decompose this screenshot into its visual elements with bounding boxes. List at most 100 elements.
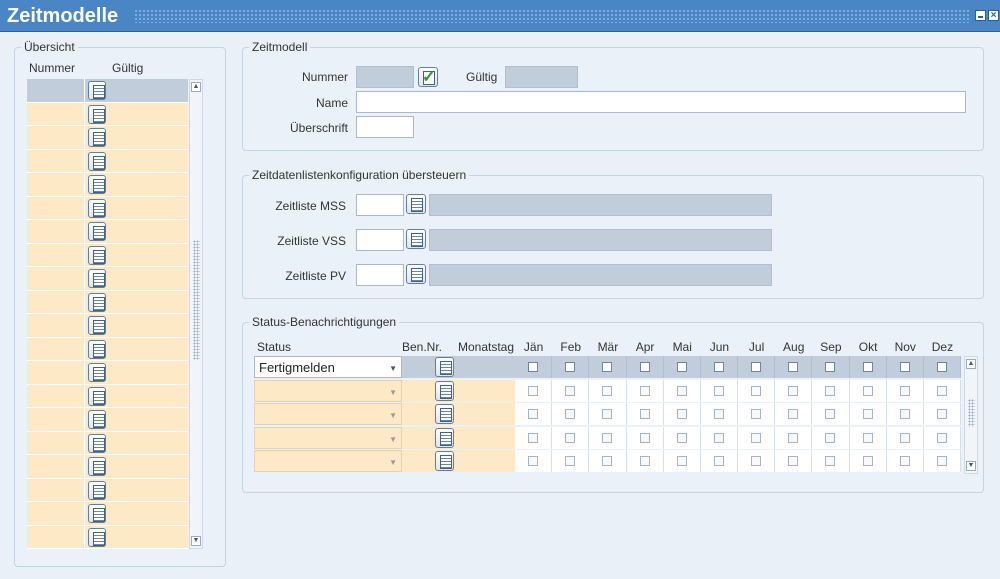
month-checkbox[interactable] xyxy=(602,456,613,466)
status-scrollbar[interactable]: ▲ ▼ xyxy=(964,356,978,474)
month-checkbox[interactable] xyxy=(751,362,762,372)
month-checkbox[interactable] xyxy=(528,362,539,372)
calendar-icon[interactable] xyxy=(88,339,106,359)
overview-row[interactable] xyxy=(27,478,188,502)
overview-cell-gueltig[interactable] xyxy=(110,196,188,219)
calendar-icon[interactable] xyxy=(435,380,454,401)
month-checkbox[interactable] xyxy=(825,456,836,466)
overview-cell-nummer[interactable] xyxy=(27,337,85,360)
overview-cell-gueltig[interactable] xyxy=(110,384,188,407)
chevron-down-icon[interactable]: ▼ xyxy=(389,411,397,420)
ben-nr-field[interactable] xyxy=(402,403,432,425)
month-checkbox[interactable] xyxy=(751,432,762,443)
month-checkbox[interactable] xyxy=(788,456,799,466)
overview-cell-nummer[interactable] xyxy=(27,361,85,384)
overview-row[interactable] xyxy=(27,149,188,173)
month-checkbox[interactable] xyxy=(602,362,613,372)
calendar-icon[interactable] xyxy=(88,269,106,288)
month-checkbox[interactable] xyxy=(862,432,873,443)
month-checkbox[interactable] xyxy=(751,456,762,466)
zeitliste-pv-field[interactable] xyxy=(356,264,404,286)
calendar-icon[interactable] xyxy=(88,198,106,218)
overview-cell-nummer[interactable] xyxy=(27,502,85,525)
month-checkbox[interactable] xyxy=(936,432,947,443)
minimize-icon[interactable] xyxy=(975,10,986,21)
month-checkbox[interactable] xyxy=(528,456,539,466)
ueberschrift-field[interactable] xyxy=(356,116,414,138)
status-select[interactable]: ▼ xyxy=(254,450,402,472)
overview-cell-gueltig[interactable] xyxy=(110,337,188,360)
month-checkbox[interactable] xyxy=(676,456,687,466)
calendar-icon[interactable] xyxy=(88,410,106,429)
month-checkbox[interactable] xyxy=(528,409,539,419)
month-checkbox[interactable] xyxy=(899,409,910,419)
month-checkbox[interactable] xyxy=(788,362,799,372)
zeitliste-vss-field[interactable] xyxy=(356,229,404,251)
monatstag-field[interactable] xyxy=(458,450,515,472)
overview-row[interactable] xyxy=(27,290,188,314)
zeitliste-pv-lookup-icon[interactable] xyxy=(406,264,426,284)
calendar-icon[interactable] xyxy=(435,427,454,448)
month-checkbox[interactable] xyxy=(713,362,724,372)
calendar-icon[interactable] xyxy=(88,504,106,523)
calendar-icon[interactable] xyxy=(88,363,106,382)
status-select[interactable]: ▼ xyxy=(254,426,402,449)
overview-cell-nummer[interactable] xyxy=(27,173,85,196)
overview-cell-nummer[interactable] xyxy=(27,290,85,313)
overview-cell-gueltig[interactable] xyxy=(110,455,188,478)
overview-row[interactable] xyxy=(27,431,188,455)
ben-nr-field[interactable] xyxy=(402,450,432,472)
month-checkbox[interactable] xyxy=(862,385,873,396)
calendar-icon[interactable] xyxy=(88,480,106,500)
month-checkbox[interactable] xyxy=(639,432,650,443)
month-checkbox[interactable] xyxy=(862,409,873,419)
overview-cell-gueltig[interactable] xyxy=(110,502,188,525)
monatstag-field[interactable] xyxy=(458,403,515,425)
overview-row[interactable] xyxy=(27,126,188,150)
overview-cell-gueltig[interactable] xyxy=(110,314,188,337)
month-checkbox[interactable] xyxy=(565,362,576,372)
month-checkbox[interactable] xyxy=(602,409,613,419)
month-checkbox[interactable] xyxy=(713,456,724,466)
overview-row[interactable] xyxy=(27,314,188,338)
month-checkbox[interactable] xyxy=(862,456,873,466)
overview-row[interactable] xyxy=(27,102,188,126)
overview-cell-gueltig[interactable] xyxy=(110,126,188,149)
month-checkbox[interactable] xyxy=(639,456,650,466)
month-checkbox[interactable] xyxy=(862,362,873,372)
overview-row[interactable] xyxy=(27,455,188,479)
month-checkbox[interactable] xyxy=(676,385,687,396)
overview-row[interactable] xyxy=(27,196,188,220)
overview-cell-nummer[interactable] xyxy=(27,478,85,501)
month-checkbox[interactable] xyxy=(936,409,947,419)
overview-cell-nummer[interactable] xyxy=(27,314,85,337)
close-icon[interactable]: × xyxy=(988,10,999,21)
calendar-icon[interactable] xyxy=(88,292,106,312)
month-checkbox[interactable] xyxy=(751,409,762,419)
overview-cell-nummer[interactable] xyxy=(27,525,85,548)
confirm-calendar-icon[interactable] xyxy=(418,67,438,87)
overview-cell-nummer[interactable] xyxy=(27,196,85,219)
chevron-down-icon[interactable]: ▼ xyxy=(389,458,397,467)
overview-cell-gueltig[interactable] xyxy=(110,431,188,454)
month-checkbox[interactable] xyxy=(825,385,836,396)
overview-cell-gueltig[interactable] xyxy=(110,478,188,501)
month-checkbox[interactable] xyxy=(899,362,910,372)
month-checkbox[interactable] xyxy=(788,432,799,443)
month-checkbox[interactable] xyxy=(565,432,576,443)
chevron-down-icon[interactable]: ▼ xyxy=(389,364,397,373)
chevron-down-icon[interactable]: ▼ xyxy=(389,435,397,444)
calendar-icon[interactable] xyxy=(435,404,454,424)
overview-cell-nummer[interactable] xyxy=(27,102,85,125)
overview-cell-gueltig[interactable] xyxy=(110,267,188,290)
scroll-up-icon[interactable]: ▲ xyxy=(966,359,976,369)
status-select[interactable]: ▼ xyxy=(254,403,402,425)
overview-row[interactable] xyxy=(27,337,188,361)
zeitliste-vss-lookup-icon[interactable] xyxy=(406,229,426,249)
overview-row[interactable] xyxy=(27,361,188,385)
overview-cell-nummer[interactable] xyxy=(27,220,85,243)
calendar-icon[interactable] xyxy=(88,104,106,124)
calendar-icon[interactable] xyxy=(435,451,454,471)
month-checkbox[interactable] xyxy=(936,456,947,466)
calendar-icon[interactable] xyxy=(435,357,454,377)
